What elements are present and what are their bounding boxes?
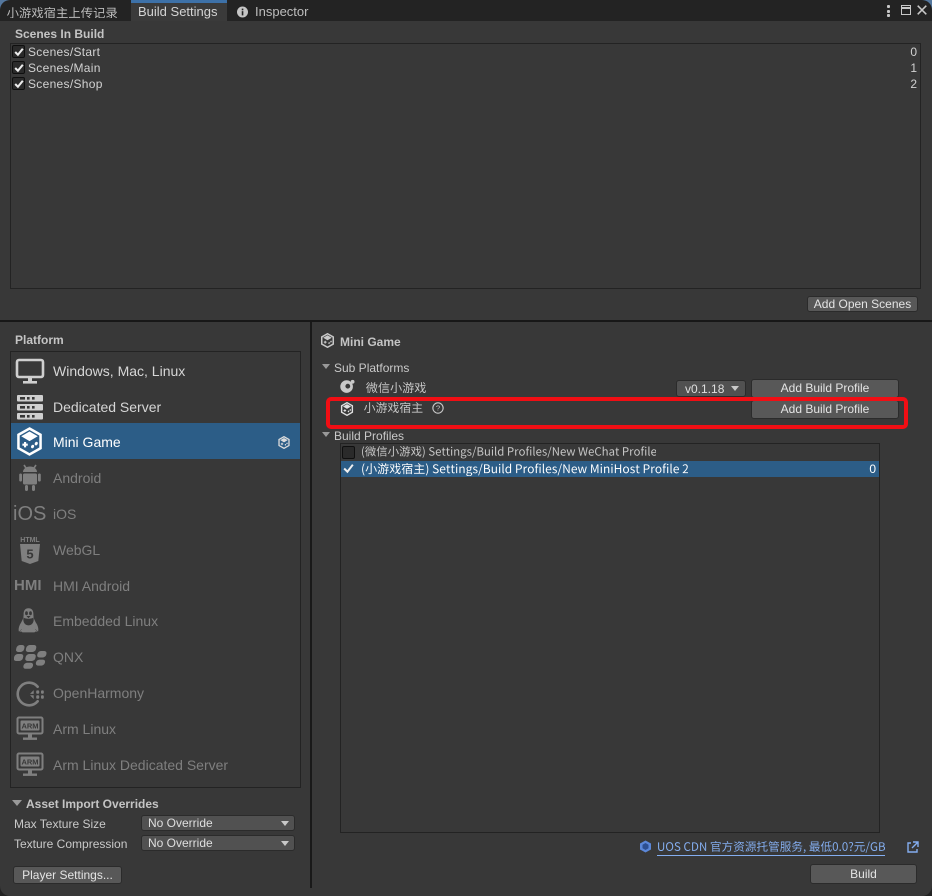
svg-text:5: 5 xyxy=(26,547,33,562)
svg-text:ARM: ARM xyxy=(21,757,38,766)
svg-text:ARM: ARM xyxy=(21,721,38,730)
svg-text:HTML: HTML xyxy=(20,537,40,544)
